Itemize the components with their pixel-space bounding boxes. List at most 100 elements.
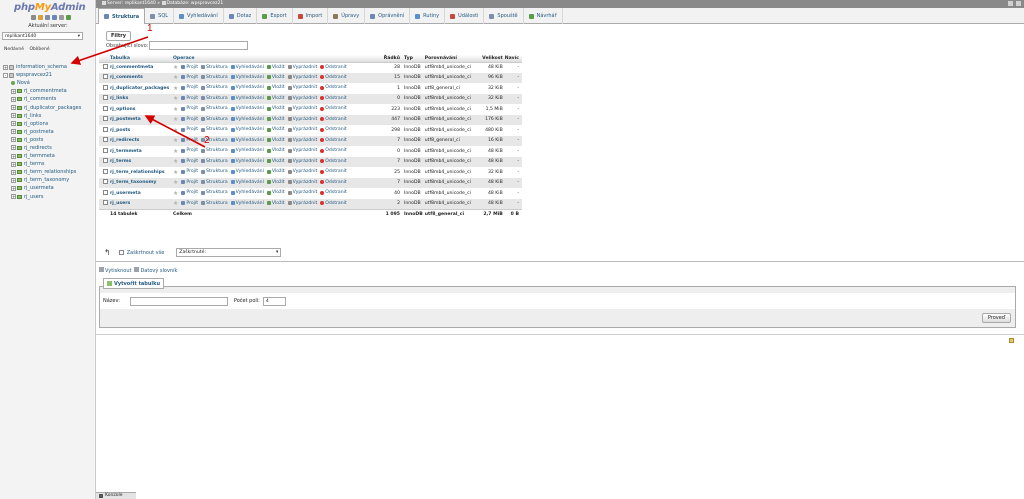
favorites-tab[interactable]: Oblíbené [29,47,49,52]
filter-input[interactable] [149,41,248,50]
op-search-link[interactable]: Vyhledávání [230,159,264,164]
row-checkbox[interactable] [103,200,108,205]
expand-icon[interactable]: + [11,161,16,167]
op-structure-link[interactable]: Struktura [201,106,228,111]
op-structure-link[interactable]: Struktura [201,85,228,90]
create-go-button[interactable]: Proveď [981,313,1011,323]
table-name-input[interactable] [129,296,228,306]
tab-7[interactable]: Úpravy [328,8,366,24]
expand-icon[interactable]: + [11,177,16,183]
expand-icon[interactable]: - [3,72,8,78]
row-checkbox[interactable] [103,189,108,195]
op-browse-link[interactable]: Projít [181,65,198,70]
expand-icon[interactable]: + [11,153,16,159]
row-checkbox[interactable] [103,95,108,101]
favorite-star-icon[interactable]: ★ [173,190,178,197]
col-header-rows[interactable]: Řádků [374,55,401,63]
col-header-overhead[interactable]: Navíc [503,55,522,63]
tab-12[interactable]: Návrhář [524,8,563,24]
op-browse-link[interactable]: Projít [181,85,198,90]
docs-icon[interactable] [52,15,57,20]
breadcrumb-server[interactable]: Server: replikant1640 [107,1,156,6]
op-empty-link[interactable]: Vyprázdnit [287,169,317,174]
op-insert-link[interactable]: Vložit [266,148,285,153]
tree-database[interactable]: + information_schema [3,63,95,71]
op-search-link[interactable]: Vyhledávání [230,127,264,132]
row-checkbox[interactable] [103,105,108,111]
tab-10[interactable]: Události [445,8,485,24]
op-empty-link[interactable]: Vyprázdnit [287,75,317,80]
row-checkbox[interactable] [103,64,108,69]
check-all-checkbox[interactable] [118,250,124,255]
op-structure-link[interactable]: Struktura [201,201,228,206]
op-search-link[interactable]: Vyhledávání [230,169,264,174]
op-insert-link[interactable]: Vložit [266,138,285,143]
op-empty-link[interactable]: Vyprázdnit [287,148,317,153]
table-name-link[interactable]: rj_term_relationships [109,167,172,178]
op-structure-link[interactable]: Struktura [201,159,228,164]
favorite-star-icon[interactable]: ★ [173,200,178,207]
op-insert-link[interactable]: Vložit [266,159,285,164]
op-structure-link[interactable]: Struktura [201,190,228,195]
expand-icon[interactable]: + [11,169,16,175]
tree-table[interactable]: + rj_duplicator_packages [3,103,95,111]
settings-icon[interactable] [59,15,64,20]
op-browse-link[interactable]: Projít [181,201,198,206]
table-name-link[interactable]: rj_usermeta [109,188,172,199]
op-search-link[interactable]: Vyhledávání [230,96,264,101]
op-insert-link[interactable]: Vložit [266,106,285,111]
favorite-star-icon[interactable]: ★ [173,169,178,176]
logout-icon[interactable] [38,15,43,20]
favorite-star-icon[interactable]: ★ [173,95,178,102]
row-checkbox[interactable] [103,74,108,80]
favorite-star-icon[interactable]: ★ [173,137,178,144]
tab-9[interactable]: Rutiny [410,8,446,24]
op-drop-link[interactable]: Odstranit [320,106,347,111]
tab-1[interactable]: Struktura [98,8,146,24]
op-empty-link[interactable]: Vyprázdnit [287,127,317,132]
tree-table[interactable]: + rj_postmeta [3,128,95,136]
op-drop-link[interactable]: Odstranit [320,169,347,174]
table-name-link[interactable]: rj_duplicator_packages [109,83,172,94]
filter-toggle-button[interactable]: Filtry [106,31,131,41]
op-browse-link[interactable]: Projít [181,117,198,122]
page-settings-icon[interactable] [1009,338,1014,343]
sql-query-icon[interactable] [45,15,50,20]
op-drop-link[interactable]: Odstranit [320,138,347,143]
op-structure-link[interactable]: Struktura [201,169,228,174]
expand-icon[interactable]: + [11,96,16,102]
tree-table[interactable]: + rj_posts [3,136,95,144]
favorite-star-icon[interactable]: ★ [173,127,178,134]
tree-table[interactable]: + rj_term_taxonomy [3,176,95,184]
op-empty-link[interactable]: Vyprázdnit [287,180,317,185]
table-name-link[interactable]: rj_users [109,198,172,209]
favorite-star-icon[interactable]: ★ [173,148,178,155]
op-browse-link[interactable]: Projít [181,159,198,164]
op-drop-link[interactable]: Odstranit [320,117,347,122]
tree-new-table[interactable]: Nová [3,79,95,87]
op-search-link[interactable]: Vyhledávání [230,117,264,122]
op-insert-link[interactable]: Vložit [266,96,285,101]
row-checkbox[interactable] [103,126,108,132]
tab-4[interactable]: Dotaz [224,8,258,24]
favorite-star-icon[interactable]: ★ [173,106,178,113]
op-structure-link[interactable]: Struktura [201,96,228,101]
tree-table[interactable]: + rj_termmeta [3,152,95,160]
phpmyadmin-logo[interactable]: phpMyAdmin [14,2,86,13]
op-empty-link[interactable]: Vyprázdnit [287,85,317,90]
row-checkbox[interactable] [103,137,108,143]
expand-icon[interactable]: + [11,145,16,151]
table-name-link[interactable]: rj_commentmeta [109,62,172,73]
row-checkbox[interactable] [103,179,108,185]
collapse-icon[interactable] [1016,1,1021,6]
favorite-star-icon[interactable]: ★ [173,116,178,123]
console-toggle[interactable]: Konzole [96,492,136,499]
tree-table[interactable]: + rj_redirects [3,144,95,152]
tree-database[interactable]: - wpspravcez21 [3,71,95,79]
op-browse-link[interactable]: Projít [181,180,198,185]
home-icon[interactable] [31,15,36,20]
op-empty-link[interactable]: Vyprázdnit [287,106,317,111]
favorite-star-icon[interactable]: ★ [173,85,178,92]
tree-table[interactable]: + rj_comments [3,95,95,103]
op-drop-link[interactable]: Odstranit [320,180,347,185]
